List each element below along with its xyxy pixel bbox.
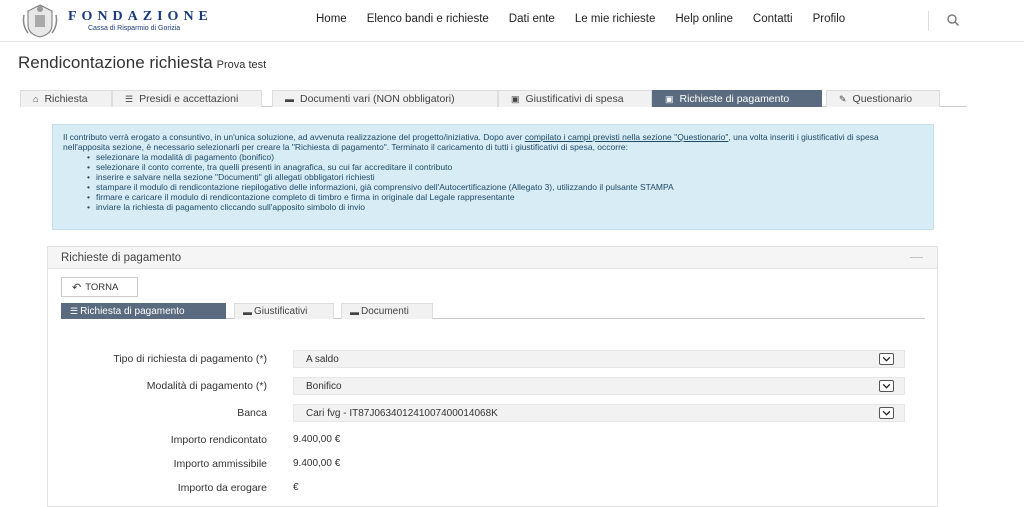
- nav-help-online[interactable]: Help online: [675, 13, 733, 25]
- questionario-link[interactable]: compilato i campi previsti nella sezione…: [525, 132, 729, 142]
- tab-label: Presidi e accettazioni: [139, 93, 239, 105]
- tab-questionario[interactable]: ✎ Questionario: [826, 90, 940, 107]
- tipo-richiesta-select[interactable]: A saldo: [293, 350, 905, 368]
- importo-rendicontato-value: 9.400,00 €: [293, 434, 341, 445]
- payment-requests-panel: Richieste di pagamento — ↶ TORNA ☰ Richies…: [47, 246, 938, 507]
- info-text: Il contributo verrà erogato a consuntivo…: [63, 132, 523, 142]
- modalita-pagamento-label: Modalità di pagamento (*): [146, 380, 267, 392]
- nav-profilo[interactable]: Profilo: [813, 13, 846, 25]
- tab-label: Richieste di pagamento: [679, 93, 790, 105]
- tab-richieste-pagamento[interactable]: ▣ Richieste di pagamento: [652, 90, 822, 107]
- banca-label: Banca: [237, 407, 267, 419]
- tab-documenti-vari[interactable]: ▬ Documenti vari (NON obbligatori): [272, 90, 498, 107]
- pencil-icon: ✎: [839, 93, 847, 104]
- importo-rendicontato-label: Importo rendicontato: [170, 434, 267, 446]
- link-text: "Questionario": [674, 132, 729, 142]
- subtab-richiesta-pagamento[interactable]: ☰ Richiesta di pagamento: [61, 303, 226, 319]
- tab-giustificativi[interactable]: ▣ Giustificativi di spesa: [498, 90, 652, 107]
- tab-label: Documenti vari (NON obbligatori): [300, 93, 455, 105]
- link-text: compilato i campi previsti nella sezione: [524, 132, 672, 142]
- folder-icon: ▬: [285, 94, 294, 104]
- subtab-label: Documenti: [361, 306, 409, 317]
- search-icon[interactable]: [946, 13, 960, 27]
- chevron-down-icon: [879, 380, 894, 392]
- select-value: A saldo: [306, 354, 339, 365]
- info-step: inviare la richiesta di pagamento clicca…: [87, 202, 923, 212]
- select-value: Bonifico: [306, 381, 342, 392]
- tab-presidi[interactable]: ☰ Presidi e accettazioni: [112, 90, 262, 107]
- nav-elenco-bandi[interactable]: Elenco bandi e richieste: [367, 13, 489, 25]
- nav-contatti[interactable]: Contatti: [753, 13, 793, 25]
- tipo-richiesta-label: Tipo di richiesta di pagamento (*): [113, 353, 267, 365]
- back-button-label: TORNA: [85, 281, 119, 293]
- info-step: stampare il modulo di rendicontazione ri…: [87, 182, 923, 192]
- main-nav: Home Elenco bandi e richieste Dati ente …: [316, 13, 865, 25]
- nav-dati-ente[interactable]: Dati ente: [509, 13, 555, 25]
- money-icon: ▣: [511, 93, 520, 104]
- info-steps: selezionare la modalità di pagamento (bo…: [87, 152, 923, 212]
- list-icon: ☰: [125, 93, 134, 104]
- subtab-documenti[interactable]: ▬ Documenti: [341, 303, 433, 319]
- tab-richiesta[interactable]: ⌂ Richiesta: [20, 90, 112, 107]
- importo-ammissibile-value: 9.400,00 €: [293, 458, 341, 469]
- tab-label: Giustificativi di spesa: [525, 93, 624, 105]
- panel-title: Richieste di pagamento: [61, 252, 182, 264]
- chevron-down-icon: [879, 353, 894, 365]
- info-step: selezionare il conto corrente, tra quell…: [87, 162, 923, 172]
- page-subtitle: Prova test: [216, 59, 267, 71]
- info-intro: Il contributo verrà erogato a consuntivo…: [63, 132, 923, 152]
- subtab-giustificativi[interactable]: ▬ Giustificativi: [234, 303, 334, 319]
- info-step: firmare e caricare il modulo di rendicon…: [87, 192, 923, 202]
- tab-label: Questionario: [852, 93, 913, 105]
- info-step: selezionare la modalità di pagamento (bo…: [87, 152, 923, 162]
- chevron-down-icon: [879, 407, 894, 419]
- panel-header: Richieste di pagamento —: [48, 247, 937, 269]
- tab-label: Richiesta: [44, 93, 88, 105]
- panel-sub-tabs: ☰ Richiesta di pagamento ▬ Giustificativi …: [61, 303, 925, 319]
- page-title: Rendicontazione richiesta Prova test: [18, 53, 266, 73]
- logo-title: FONDAZIONE: [68, 9, 213, 24]
- folder-icon: ▬: [243, 306, 252, 317]
- info-step: inserire e salvare nella sezione "Docume…: [87, 172, 923, 182]
- logo-subtitle: Cassa di Risparmio di Gorizia: [88, 25, 181, 32]
- main-tabs: ⌂ Richiesta ☰ Presidi e accettazioni ▬ Docu…: [20, 90, 967, 107]
- subtab-label: Giustificativi: [254, 306, 308, 317]
- info-alert: Il contributo verrà erogato a consuntivo…: [52, 124, 934, 230]
- importo-da-erogare-label: Importo da erogare: [177, 482, 267, 494]
- nav-divider: [928, 11, 929, 31]
- nav-le-mie-richieste[interactable]: Le mie richieste: [575, 13, 656, 25]
- top-header: FONDAZIONE Cassa di Risparmio di Gorizia…: [0, 0, 1024, 42]
- money-icon: ▣: [665, 93, 674, 104]
- importo-da-erogare-value: €: [293, 482, 299, 493]
- subtab-label: Richiesta di pagamento: [80, 306, 185, 317]
- modalita-pagamento-select[interactable]: Bonifico: [293, 377, 905, 395]
- list-icon: ☰: [70, 306, 79, 316]
- select-value: Cari fvg - IT87J0634012410074000140​68K: [306, 408, 498, 419]
- minimize-icon[interactable]: —: [910, 249, 923, 264]
- nav-home[interactable]: Home: [316, 13, 347, 25]
- importo-ammissibile-label: Importo ammissibile: [173, 458, 267, 470]
- folder-icon: ▬: [350, 306, 359, 317]
- coat-of-arms-icon: [22, 4, 58, 38]
- page-title-text: Rendicontazione richiesta: [18, 53, 213, 72]
- banca-select[interactable]: Cari fvg - IT87J0634012410074000140​68K: [293, 404, 905, 422]
- home-icon: ⌂: [33, 94, 39, 104]
- back-button[interactable]: ↶ TORNA: [61, 277, 138, 297]
- logo[interactable]: FONDAZIONE Cassa di Risparmio di Gorizia: [20, 3, 213, 39]
- undo-arrow-icon: ↶: [72, 281, 82, 294]
